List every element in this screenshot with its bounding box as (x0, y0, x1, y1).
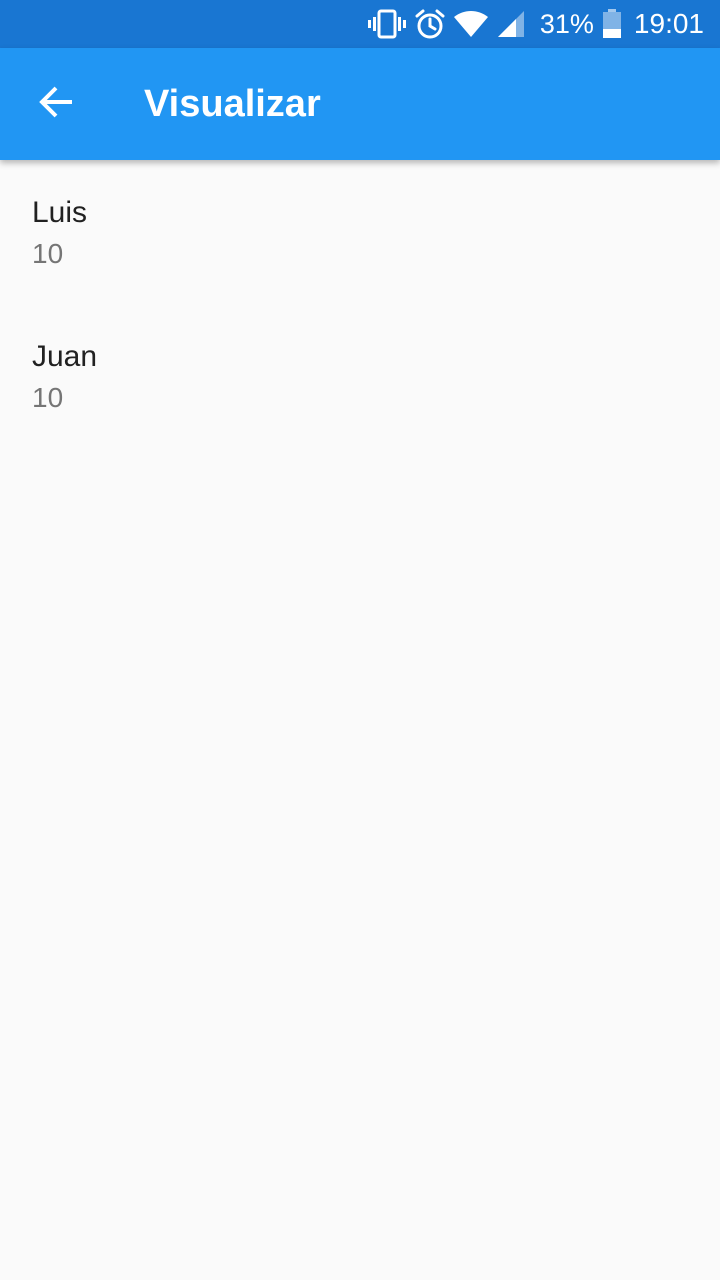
status-icons: 31% 19:01 (360, 0, 704, 48)
app-bar: Visualizar (0, 48, 720, 160)
status-bar: 31% 19:01 (0, 0, 720, 48)
wifi-icon (453, 10, 488, 38)
list-item-subtitle: 10 (32, 238, 64, 269)
cell-signal-icon (496, 9, 526, 39)
alarm-icon (414, 8, 446, 40)
vibrate-icon (367, 9, 406, 39)
list-item[interactable]: Luis 10 (0, 160, 720, 304)
clock: 19:01 (633, 8, 704, 39)
screen: 31% 19:01 Visualizar Luis 10 Juan 10 (0, 0, 720, 1280)
student-list: Luis 10 Juan 10 (0, 160, 720, 448)
battery-percent: 31% (539, 9, 594, 39)
battery-icon (602, 9, 622, 39)
list-item-title: Luis (32, 196, 88, 229)
list-item-title: Juan (32, 340, 98, 373)
list-item-subtitle: 10 (32, 382, 64, 413)
list-item[interactable]: Juan 10 (0, 304, 720, 448)
page-title: Visualizar (144, 83, 321, 125)
arrow-back-icon (38, 84, 74, 125)
back-button[interactable] (24, 72, 88, 136)
